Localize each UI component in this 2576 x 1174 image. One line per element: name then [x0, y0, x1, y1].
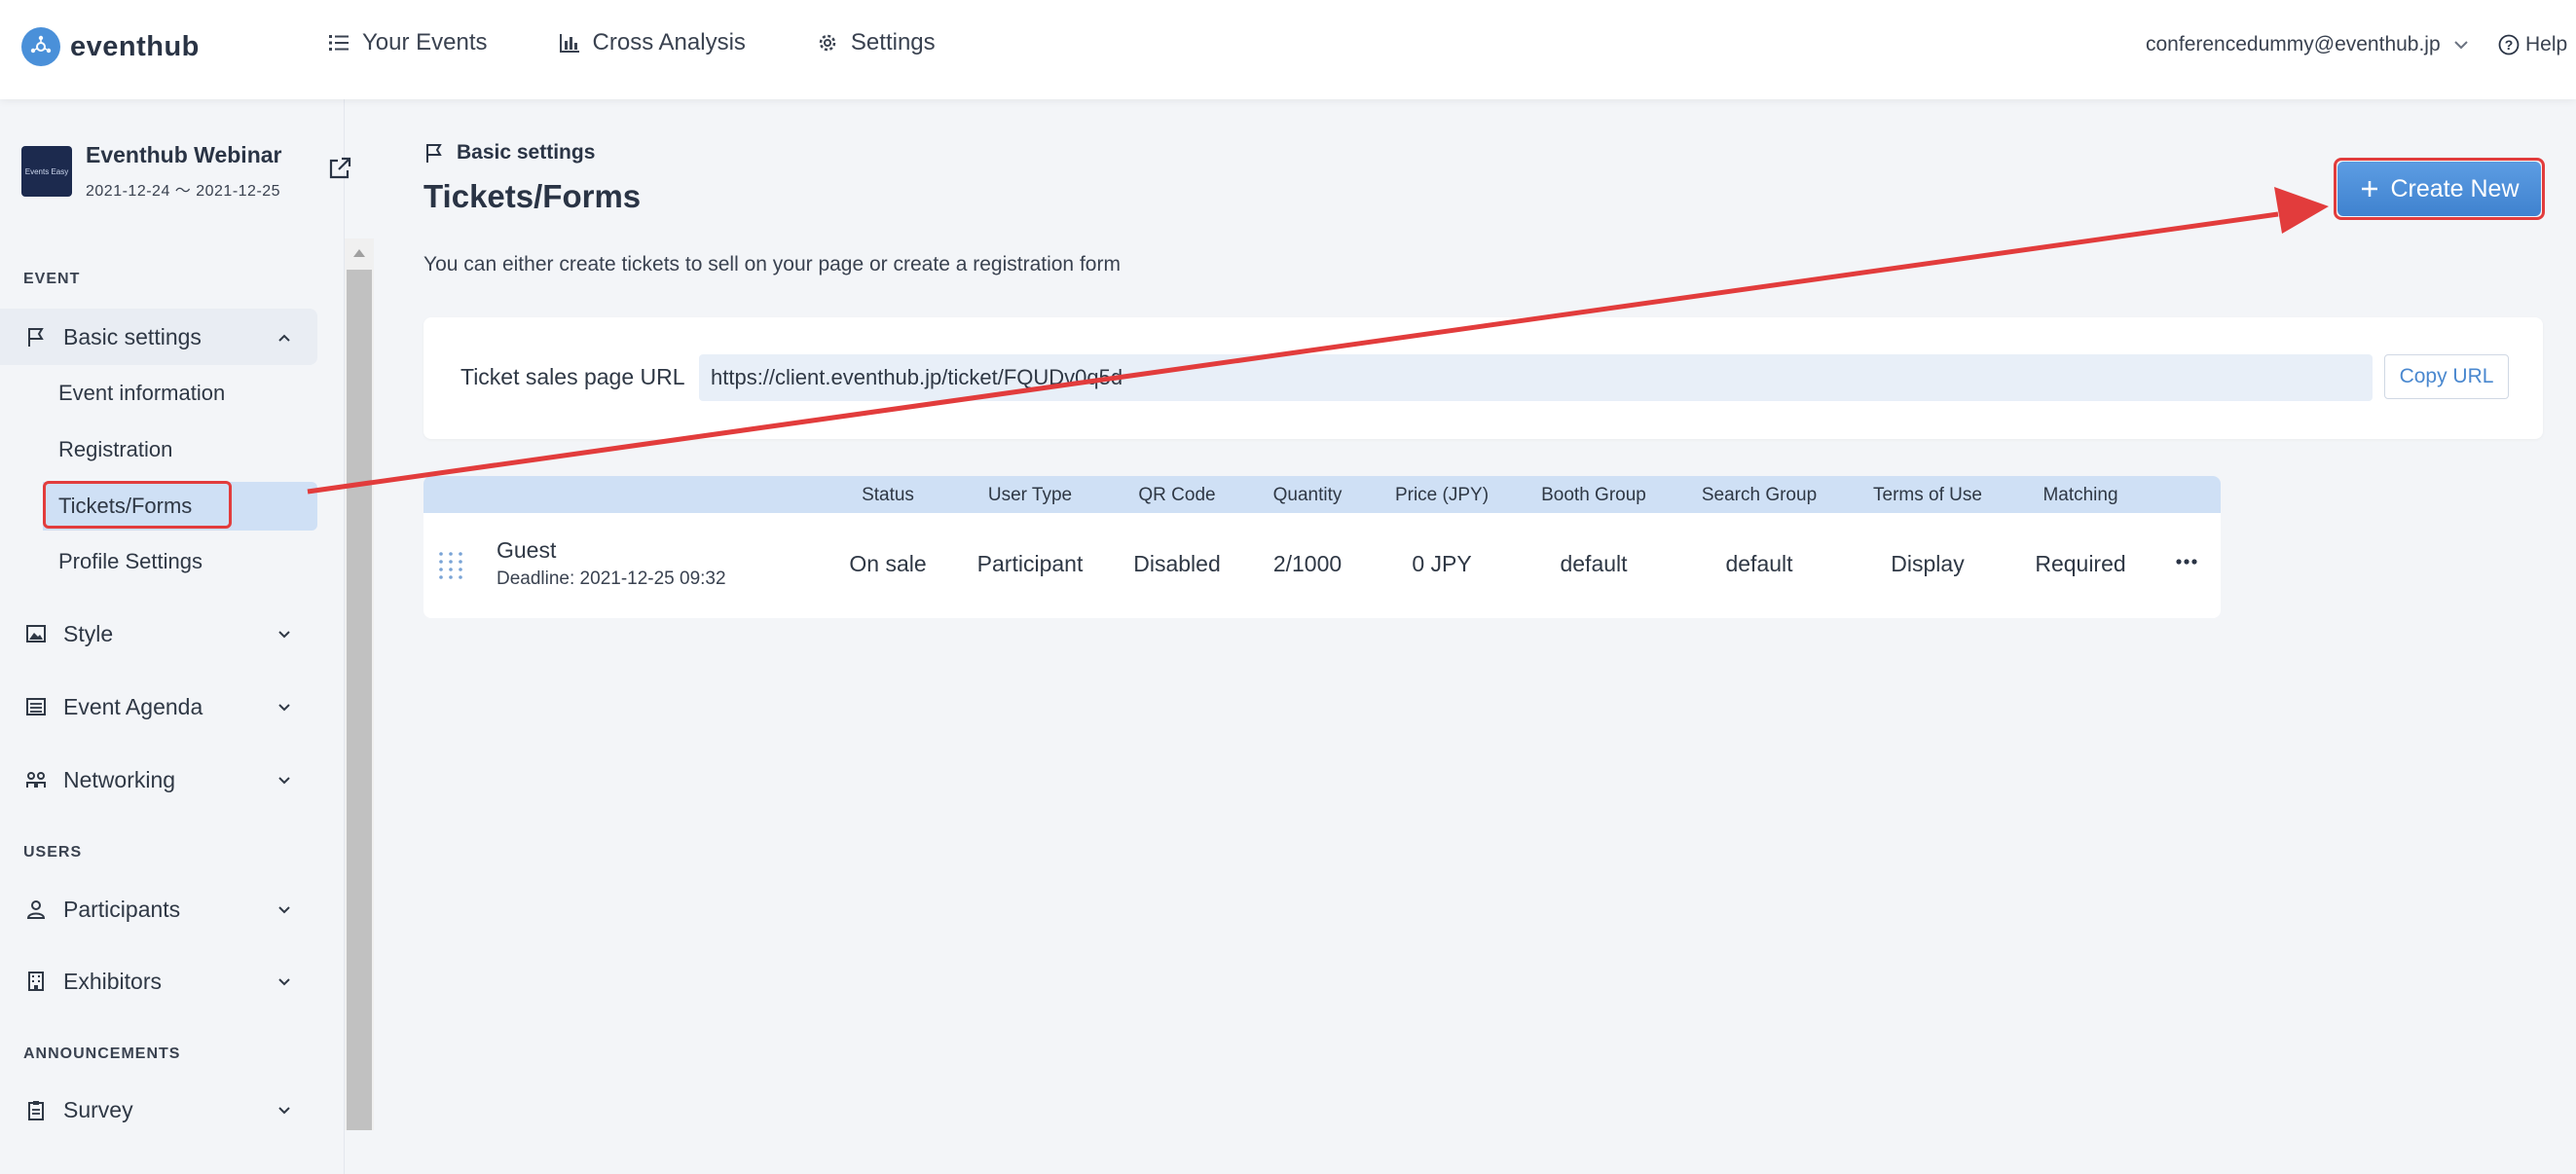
top-navbar: eventhub Your Events Cross Analysis Sett…	[0, 0, 2576, 99]
tickets-table: Status User Type QR Code Quantity Price …	[423, 476, 2221, 618]
cell-search-group: default	[1725, 551, 1793, 576]
breadcrumb: Basic settings	[423, 141, 595, 165]
svg-text:?: ?	[2505, 37, 2514, 53]
brand-name: eventhub	[70, 30, 200, 62]
sidebar-item-label: Event Agenda	[63, 693, 203, 719]
eventhub-logo-icon	[21, 27, 60, 66]
user-icon	[26, 900, 46, 919]
event-title: Eventhub Webinar	[86, 142, 282, 167]
copy-url-button[interactable]: Copy URL	[2384, 354, 2509, 399]
chevron-down-icon	[278, 704, 290, 712]
column-header: Status	[862, 485, 914, 505]
building-icon	[28, 972, 44, 991]
ticket-name: Guest	[497, 537, 557, 563]
nav-label: Cross Analysis	[592, 29, 746, 55]
sidebar-item-basic-settings[interactable]: Basic settings	[0, 309, 317, 365]
column-header: Terms of Use	[1873, 485, 1982, 505]
drag-handle-icon[interactable]	[437, 550, 464, 581]
cell-status: On sale	[849, 551, 927, 576]
cell-booth-group: default	[1560, 551, 1628, 576]
help-link[interactable]: ? Help	[2498, 33, 2567, 56]
table-header: Status User Type QR Code Quantity Price …	[423, 476, 2221, 513]
sidebar-item-label: Basic settings	[63, 323, 202, 349]
user-email: conferencedummy@eventhub.jp	[2146, 33, 2441, 55]
column-header: Quantity	[1272, 485, 1343, 505]
column-header: Booth Group	[1541, 485, 1646, 505]
chevron-down-icon	[278, 631, 290, 639]
agenda-icon	[26, 698, 46, 715]
networking-icon	[26, 772, 46, 788]
cell-matching: Required	[2035, 551, 2126, 576]
ticket-url-field[interactable]: https://client.eventhub.jp/ticket/FQUDv0…	[699, 354, 2373, 401]
sidebar-item-label: Survey	[63, 1096, 133, 1122]
sidebar-item-exhibitors[interactable]: Exhibitors	[0, 953, 317, 1009]
nav-cross-analysis[interactable]: Cross Analysis	[558, 29, 746, 56]
event-thumbnail: Events Easy	[21, 146, 72, 197]
question-circle-icon: ?	[2498, 34, 2520, 55]
nav-your-events[interactable]: Your Events	[327, 29, 488, 56]
column-header: QR Code	[1138, 485, 1216, 505]
column-header: Matching	[2042, 485, 2118, 505]
image-icon	[26, 625, 46, 642]
chevron-up-icon	[278, 334, 290, 342]
chevron-down-icon	[278, 978, 290, 986]
sidebar-item-participants[interactable]: Participants	[0, 881, 317, 937]
nav-label: Your Events	[362, 29, 488, 55]
sidebar-subitem-registration[interactable]: Registration	[43, 425, 317, 474]
sidebar: Events Easy Eventhub Webinar 2021-12-24 …	[0, 99, 345, 1174]
flag-icon	[426, 144, 442, 163]
sidebar-item-event-agenda[interactable]: Event Agenda	[0, 679, 317, 735]
scroll-up-arrow-icon[interactable]	[345, 238, 374, 268]
chevron-down-icon	[278, 777, 290, 785]
column-header: Search Group	[1701, 485, 1818, 505]
brand-logo-link[interactable]: eventhub	[21, 27, 200, 66]
annotation-highlight-create	[2334, 158, 2545, 220]
cell-price: 0 JPY	[1412, 551, 1472, 576]
flag-icon	[28, 328, 44, 347]
sidebar-item-survey[interactable]: Survey	[0, 1082, 317, 1138]
cell-user-type: Participant	[976, 551, 1084, 576]
help-label: Help	[2525, 33, 2568, 55]
cell-terms-of-use: Display	[1891, 551, 1965, 576]
chevron-down-icon	[278, 906, 290, 914]
section-users: USERS	[23, 844, 83, 861]
page-title: Tickets/Forms	[423, 178, 642, 214]
nav-label: Settings	[850, 29, 936, 55]
breadcrumb-label: Basic settings	[457, 141, 596, 164]
chevron-down-icon	[2453, 41, 2468, 50]
ticket-url-label: Ticket sales page URL	[460, 364, 685, 389]
ticket-url-card: Ticket sales page URL https://client.eve…	[423, 317, 2543, 439]
section-event: EVENT	[23, 271, 81, 287]
cell-quantity: 2/1000	[1272, 551, 1343, 576]
cell-qr-code: Disabled	[1133, 551, 1221, 576]
bar-chart-icon	[559, 34, 579, 53]
sidebar-item-style[interactable]: Style	[0, 605, 317, 662]
annotation-highlight-tickets	[43, 481, 232, 529]
sidebar-item-label: Exhibitors	[63, 968, 162, 994]
chevron-down-icon	[278, 1107, 290, 1115]
user-menu[interactable]: conferencedummy@eventhub.jp	[2146, 33, 2470, 56]
column-header: Price (JPY)	[1394, 485, 1490, 505]
column-header: User Type	[987, 485, 1073, 505]
event-dates: 2021-12-24 ～ 2021-12-25	[86, 183, 281, 200]
section-announcements: ANNOUNCEMENTS	[23, 1046, 181, 1062]
external-link-icon[interactable]	[327, 156, 352, 181]
more-options-icon[interactable]	[2176, 558, 2197, 566]
sidebar-item-label: Style	[63, 620, 114, 646]
sidebar-scrollbar[interactable]	[345, 238, 374, 1130]
main-nav: Your Events Cross Analysis Settings	[327, 29, 936, 56]
ticket-deadline: Deadline: 2021-12-25 09:32	[497, 569, 726, 589]
sidebar-item-label: Networking	[63, 766, 176, 792]
sidebar-item-networking[interactable]: Networking	[0, 752, 317, 808]
gear-icon	[819, 34, 836, 52]
list-icon	[329, 35, 349, 51]
sidebar-item-label: Participants	[63, 896, 181, 922]
event-card[interactable]: Events Easy Eventhub Webinar 2021-12-24 …	[21, 142, 343, 204]
nav-settings[interactable]: Settings	[816, 29, 936, 56]
sidebar-subitem-profile-settings[interactable]: Profile Settings	[43, 537, 317, 586]
page-subtitle: You can either create tickets to sell on…	[423, 253, 1121, 275]
clipboard-icon	[28, 1101, 44, 1120]
scroll-thumb[interactable]	[347, 270, 372, 1130]
sidebar-subitem-event-information[interactable]: Event information	[43, 369, 317, 418]
